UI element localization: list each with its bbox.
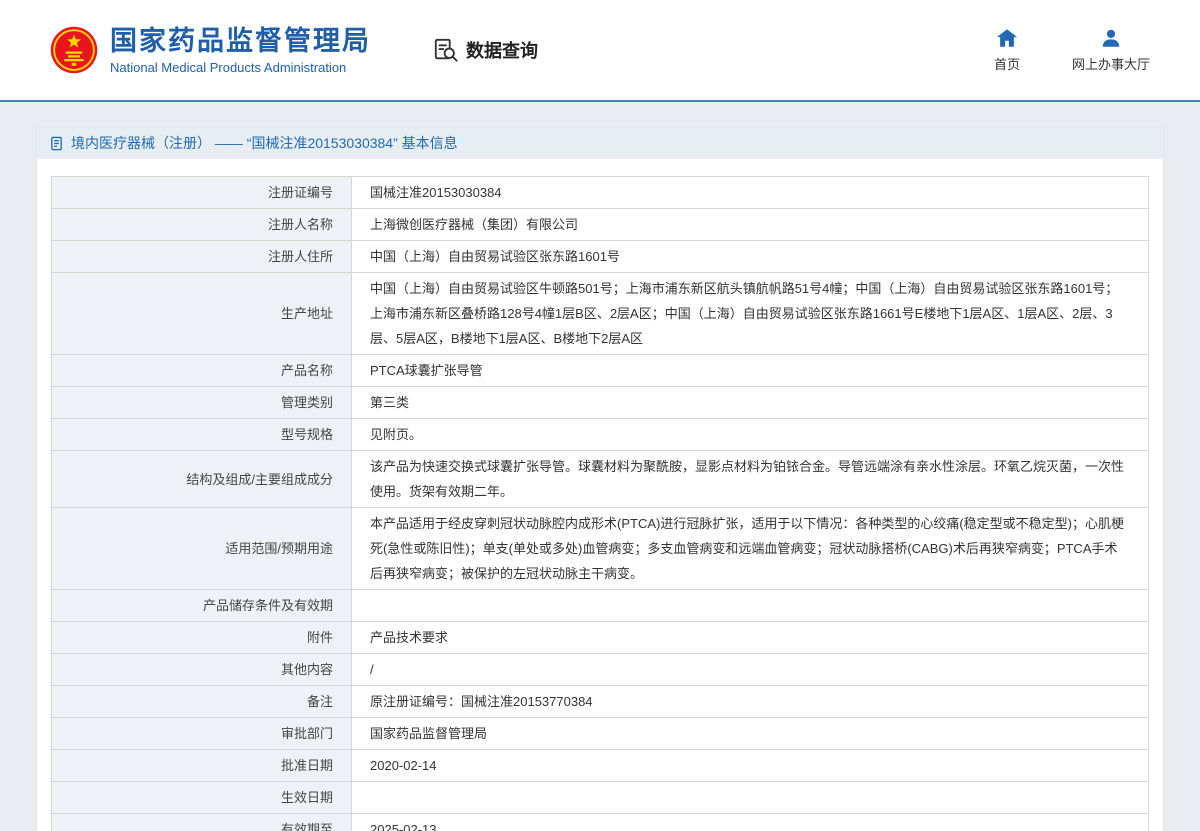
document-icon bbox=[49, 136, 64, 151]
row-label: 产品储存条件及有效期 bbox=[52, 590, 352, 622]
row-label: 管理类别 bbox=[52, 387, 352, 419]
org-names: 国家药品监督管理局 National Medical Products Admi… bbox=[110, 25, 371, 75]
row-label: 批准日期 bbox=[52, 750, 352, 782]
row-value: 上海微创医疗器械（集团）有限公司 bbox=[352, 209, 1149, 241]
table-row: 生效日期 bbox=[52, 782, 1149, 814]
row-value: 中国（上海）自由贸易试验区张东路1601号 bbox=[352, 241, 1149, 273]
row-value bbox=[352, 782, 1149, 814]
table-row: 有效期至2025-02-13 bbox=[52, 814, 1149, 831]
row-value: 本产品适用于经皮穿刺冠状动脉腔内成形术(PTCA)进行冠脉扩张，适用于以下情况：… bbox=[352, 508, 1149, 590]
row-value: 国家药品监督管理局 bbox=[352, 718, 1149, 750]
row-value: 第三类 bbox=[352, 387, 1149, 419]
data-query-tab[interactable]: 数据查询 bbox=[433, 37, 538, 63]
row-label: 结构及组成/主要组成成分 bbox=[52, 451, 352, 508]
site-logo[interactable]: 国家药品监督管理局 National Medical Products Admi… bbox=[50, 25, 371, 75]
table-row: 结构及组成/主要组成成分该产品为快速交换式球囊扩张导管。球囊材料为聚酰胺，显影点… bbox=[52, 451, 1149, 508]
row-label: 生产地址 bbox=[52, 273, 352, 355]
table-row: 审批部门国家药品监督管理局 bbox=[52, 718, 1149, 750]
row-label: 型号规格 bbox=[52, 419, 352, 451]
row-label: 产品名称 bbox=[52, 355, 352, 387]
row-value: / bbox=[352, 654, 1149, 686]
table-wrap: 注册证编号国械注准20153030384注册人名称上海微创医疗器械（集团）有限公… bbox=[37, 159, 1163, 831]
row-value: 见附页。 bbox=[352, 419, 1149, 451]
nav-item-home-label: 首页 bbox=[994, 54, 1020, 73]
org-name-en: National Medical Products Administration bbox=[110, 60, 371, 75]
header-nav: 首页 网上办事大厅 bbox=[994, 27, 1150, 73]
home-icon bbox=[996, 27, 1018, 49]
page-title: 境内医疗器械（注册） —— “国械注准20153030384” 基本信息 bbox=[71, 133, 458, 153]
row-value: 2020-02-14 bbox=[352, 750, 1149, 782]
row-value: 2025-02-13 bbox=[352, 814, 1149, 831]
row-label: 附件 bbox=[52, 622, 352, 654]
row-label: 审批部门 bbox=[52, 718, 352, 750]
table-row: 附件产品技术要求 bbox=[52, 622, 1149, 654]
nav-item-service-hall-label: 网上办事大厅 bbox=[1072, 54, 1150, 73]
row-value bbox=[352, 590, 1149, 622]
row-label: 有效期至 bbox=[52, 814, 352, 831]
row-label: 生效日期 bbox=[52, 782, 352, 814]
row-value: 该产品为快速交换式球囊扩张导管。球囊材料为聚酰胺，显影点材料为铂铱合金。导管远端… bbox=[352, 451, 1149, 508]
row-label: 注册人住所 bbox=[52, 241, 352, 273]
document-search-icon bbox=[433, 37, 459, 63]
info-table: 注册证编号国械注准20153030384注册人名称上海微创医疗器械（集团）有限公… bbox=[51, 176, 1149, 831]
main-content: 境内医疗器械（注册） —— “国械注准20153030384” 基本信息 注册证… bbox=[0, 102, 1200, 831]
panel-title-bar: 境内医疗器械（注册） —— “国械注准20153030384” 基本信息 bbox=[37, 127, 1163, 159]
table-row: 注册证编号国械注准20153030384 bbox=[52, 177, 1149, 209]
site-header: 国家药品监督管理局 National Medical Products Admi… bbox=[0, 0, 1200, 100]
table-row: 生产地址中国（上海）自由贸易试验区牛顿路501号；上海市浦东新区航头镇航帆路51… bbox=[52, 273, 1149, 355]
table-row: 注册人名称上海微创医疗器械（集团）有限公司 bbox=[52, 209, 1149, 241]
row-value: PTCA球囊扩张导管 bbox=[352, 355, 1149, 387]
org-name-cn: 国家药品监督管理局 bbox=[110, 25, 371, 57]
table-row: 型号规格见附页。 bbox=[52, 419, 1149, 451]
row-label: 备注 bbox=[52, 686, 352, 718]
row-label: 注册人名称 bbox=[52, 209, 352, 241]
row-value: 国械注准20153030384 bbox=[352, 177, 1149, 209]
table-row: 备注原注册证编号：国械注准20153770384 bbox=[52, 686, 1149, 718]
table-row: 注册人住所中国（上海）自由贸易试验区张东路1601号 bbox=[52, 241, 1149, 273]
nav-item-service-hall[interactable]: 网上办事大厅 bbox=[1072, 27, 1150, 73]
user-icon bbox=[1100, 27, 1122, 49]
row-value: 中国（上海）自由贸易试验区牛顿路501号；上海市浦东新区航头镇航帆路51号4幢；… bbox=[352, 273, 1149, 355]
info-panel: 境内医疗器械（注册） —— “国械注准20153030384” 基本信息 注册证… bbox=[36, 126, 1164, 831]
table-row: 产品名称PTCA球囊扩张导管 bbox=[52, 355, 1149, 387]
table-row: 产品储存条件及有效期 bbox=[52, 590, 1149, 622]
row-label: 注册证编号 bbox=[52, 177, 352, 209]
table-row: 批准日期2020-02-14 bbox=[52, 750, 1149, 782]
row-label: 其他内容 bbox=[52, 654, 352, 686]
table-row: 适用范围/预期用途本产品适用于经皮穿刺冠状动脉腔内成形术(PTCA)进行冠脉扩张… bbox=[52, 508, 1149, 590]
row-label: 适用范围/预期用途 bbox=[52, 508, 352, 590]
table-row: 管理类别第三类 bbox=[52, 387, 1149, 419]
info-table-body: 注册证编号国械注准20153030384注册人名称上海微创医疗器械（集团）有限公… bbox=[52, 177, 1149, 831]
row-value: 原注册证编号：国械注准20153770384 bbox=[352, 686, 1149, 718]
table-row: 其他内容/ bbox=[52, 654, 1149, 686]
row-value: 产品技术要求 bbox=[352, 622, 1149, 654]
nav-item-home[interactable]: 首页 bbox=[994, 27, 1020, 73]
national-emblem-icon bbox=[50, 26, 98, 74]
data-query-label: 数据查询 bbox=[466, 37, 538, 63]
